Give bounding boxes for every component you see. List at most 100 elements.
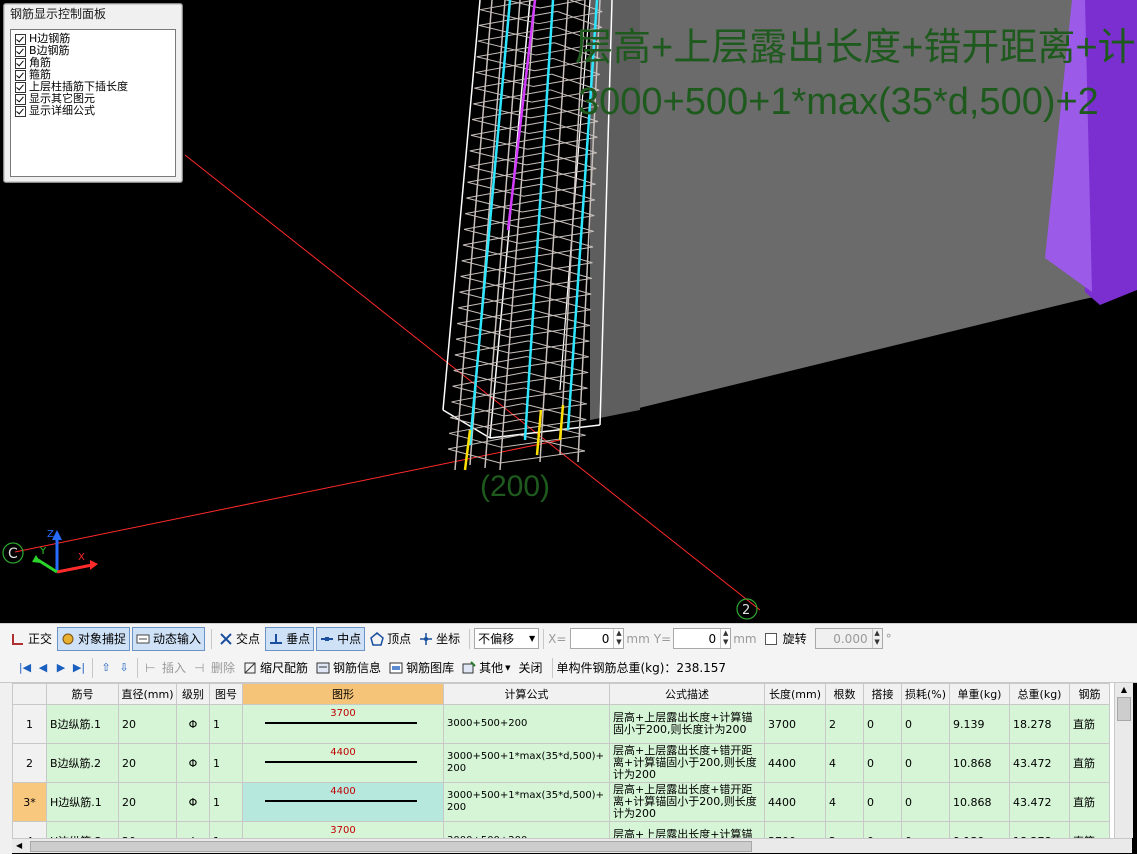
loss-cell[interactable]: 0: [901, 743, 950, 783]
spin-arrows-icon[interactable]: ▲ ▼: [720, 629, 730, 648]
header-cell[interactable]: 计算公式: [443, 683, 610, 705]
delete-button[interactable]: ⊣ 删除: [191, 657, 238, 679]
name-cell[interactable]: B边纵筋.2: [46, 743, 119, 783]
table-row[interactable]: 3* H边纵筋.1 20 Φ 1 4400 3000+500+1*max(35*d,500)…: [12, 782, 1110, 822]
desc-cell[interactable]: 层高+上层露出长度+错开距离+计算锚固小于200,则长度计为200: [609, 782, 765, 822]
dia-cell[interactable]: 20: [118, 704, 177, 744]
other-menu-button[interactable]: 其他 ▼: [459, 657, 513, 679]
next-record-icon[interactable]: ▶: [52, 659, 70, 677]
scroll-thumb[interactable]: [30, 841, 752, 852]
dynamic-input-button[interactable]: 动态输入: [132, 626, 206, 651]
last-record-icon[interactable]: ▶|: [70, 659, 88, 677]
checkbox[interactable]: [15, 33, 26, 45]
header-cell[interactable]: 公式描述: [609, 683, 765, 705]
row-number[interactable]: 1: [12, 704, 47, 744]
dia-cell[interactable]: 20: [118, 782, 177, 822]
name-cell[interactable]: H边纵筋.2: [46, 821, 119, 838]
unit_w-cell[interactable]: 9.139: [949, 821, 1010, 838]
grade-cell[interactable]: Φ: [176, 704, 210, 744]
first-record-icon[interactable]: |◀: [16, 659, 34, 677]
checkbox[interactable]: [15, 105, 26, 117]
name-cell[interactable]: H边纵筋.1: [46, 782, 119, 822]
header-cell[interactable]: 长度(mm): [764, 683, 826, 705]
count-cell[interactable]: 2: [825, 704, 864, 744]
dia-cell[interactable]: 20: [118, 743, 177, 783]
intersection-snap-button[interactable]: 交点: [216, 628, 263, 650]
move-up-icon[interactable]: ⇧: [97, 659, 115, 677]
formula-cell[interactable]: 3000+500+200: [443, 821, 610, 838]
table-row[interactable]: 2 B边纵筋.2 20 Φ 1 4400 3000+500+1*max(35*d,500)+…: [12, 743, 1110, 783]
object-snap-button[interactable]: 对象捕捉: [57, 626, 131, 651]
insert-button[interactable]: ⊢ 插入: [142, 657, 189, 679]
vertical-scrollbar[interactable]: ▲: [1114, 683, 1133, 838]
row-number[interactable]: 3*: [12, 782, 47, 822]
header-cell[interactable]: 钢筋: [1069, 683, 1110, 705]
checkbox[interactable]: [15, 69, 26, 81]
rebar-info-button[interactable]: 钢筋信息: [313, 657, 384, 679]
rotate-checkbox[interactable]: [764, 632, 777, 645]
total_w-cell[interactable]: 18.278: [1009, 704, 1070, 744]
formula-cell[interactable]: 3000+500+1*max(35*d,500)+200: [443, 743, 610, 783]
shape-cell[interactable]: 4400: [242, 743, 444, 783]
move-down-icon[interactable]: ⇩: [115, 659, 133, 677]
loss-cell[interactable]: 0: [901, 821, 950, 838]
fig-cell[interactable]: 1: [209, 704, 243, 744]
ortho-button[interactable]: 正交: [8, 628, 55, 650]
count-cell[interactable]: 2: [825, 821, 864, 838]
midpoint-snap-button[interactable]: 中点: [316, 626, 366, 651]
grade-cell[interactable]: Φ: [176, 782, 210, 822]
length-cell[interactable]: 4400: [764, 743, 826, 783]
fig-cell[interactable]: 1: [209, 743, 243, 783]
table-row[interactable]: 1 B边纵筋.1 20 Φ 1 3700 3000+500+200 层高+上层露出长度+计算锚…: [12, 704, 1110, 744]
row-number[interactable]: 2: [12, 743, 47, 783]
spin-arrows-icon[interactable]: ▲ ▼: [613, 629, 623, 648]
name-cell[interactable]: B边纵筋.1: [46, 704, 119, 744]
count-cell[interactable]: 4: [825, 782, 864, 822]
shape-cell[interactable]: 3700: [242, 704, 444, 744]
perpendicular-snap-button[interactable]: 垂点: [265, 626, 315, 651]
count-cell[interactable]: 4: [825, 743, 864, 783]
header-cell[interactable]: 直径(mm): [118, 683, 177, 705]
horizontal-scrollbar[interactable]: ◀: [12, 838, 1132, 853]
header-cell[interactable]: 根数: [825, 683, 864, 705]
close-button[interactable]: 关闭: [515, 657, 545, 679]
header-cell[interactable]: 级别: [176, 683, 210, 705]
table-row[interactable]: 4H边纵筋.220Φ137003000+500+200层高+上层露出长度+计算锚…: [12, 821, 1110, 838]
type-cell[interactable]: 直筋: [1069, 704, 1110, 744]
checkbox[interactable]: [15, 81, 26, 93]
scroll-left-icon[interactable]: ◀: [16, 839, 22, 853]
fig-cell[interactable]: 1: [209, 782, 243, 822]
length-cell[interactable]: 3700: [764, 704, 826, 744]
spin-arrows-icon[interactable]: ▲ ▼: [871, 629, 882, 648]
grade-cell[interactable]: Φ: [176, 743, 210, 783]
shape-cell[interactable]: 4400: [242, 782, 444, 822]
header-cell[interactable]: 损耗(%): [901, 683, 950, 705]
dia-cell[interactable]: 20: [118, 821, 177, 838]
lap-cell[interactable]: 0: [863, 782, 902, 822]
shape-cell[interactable]: 3700: [242, 821, 444, 838]
lap-cell[interactable]: 0: [863, 704, 902, 744]
rebar-display-control-panel[interactable]: 钢筋显示控制面板 H边钢筋 B边钢筋 角筋 箍筋 上层柱插筋下插长度 显示其它图…: [3, 3, 183, 183]
type-cell[interactable]: 直筋: [1069, 743, 1110, 783]
lap-cell[interactable]: 0: [863, 743, 902, 783]
desc-cell[interactable]: 层高+上层露出长度+计算锚固小于200,则长度计为200: [609, 704, 765, 744]
header-cell[interactable]: 图号: [209, 683, 243, 705]
y-offset-input[interactable]: 0 ▲ ▼: [673, 628, 732, 649]
rotate-angle-input[interactable]: 0.000 ▲ ▼: [814, 628, 883, 649]
loss-cell[interactable]: 0: [901, 782, 950, 822]
3d-viewport[interactable]: 层高+上层露出长度+错开距离+计 3000+500+1*max(35*d,500…: [0, 0, 1137, 623]
unit_w-cell[interactable]: 10.868: [949, 743, 1010, 783]
total_w-cell[interactable]: 43.472: [1009, 743, 1070, 783]
total_w-cell[interactable]: 18.278: [1009, 821, 1070, 838]
total_w-cell[interactable]: 43.472: [1009, 782, 1070, 822]
fig-cell[interactable]: 1: [209, 821, 243, 838]
scale-rebar-button[interactable]: 缩尺配筋: [240, 657, 311, 679]
header-cell[interactable]: 单重(kg): [949, 683, 1010, 705]
type-cell[interactable]: 直筋: [1069, 821, 1110, 838]
lap-cell[interactable]: 0: [863, 821, 902, 838]
header-cell-selected[interactable]: 图形: [242, 683, 444, 705]
vertex-snap-button[interactable]: 顶点: [367, 628, 414, 650]
offset-mode-select[interactable]: 不偏移 ▼: [474, 628, 540, 649]
formula-cell[interactable]: 3000+500+200: [443, 704, 610, 744]
checkbox[interactable]: [15, 57, 26, 69]
